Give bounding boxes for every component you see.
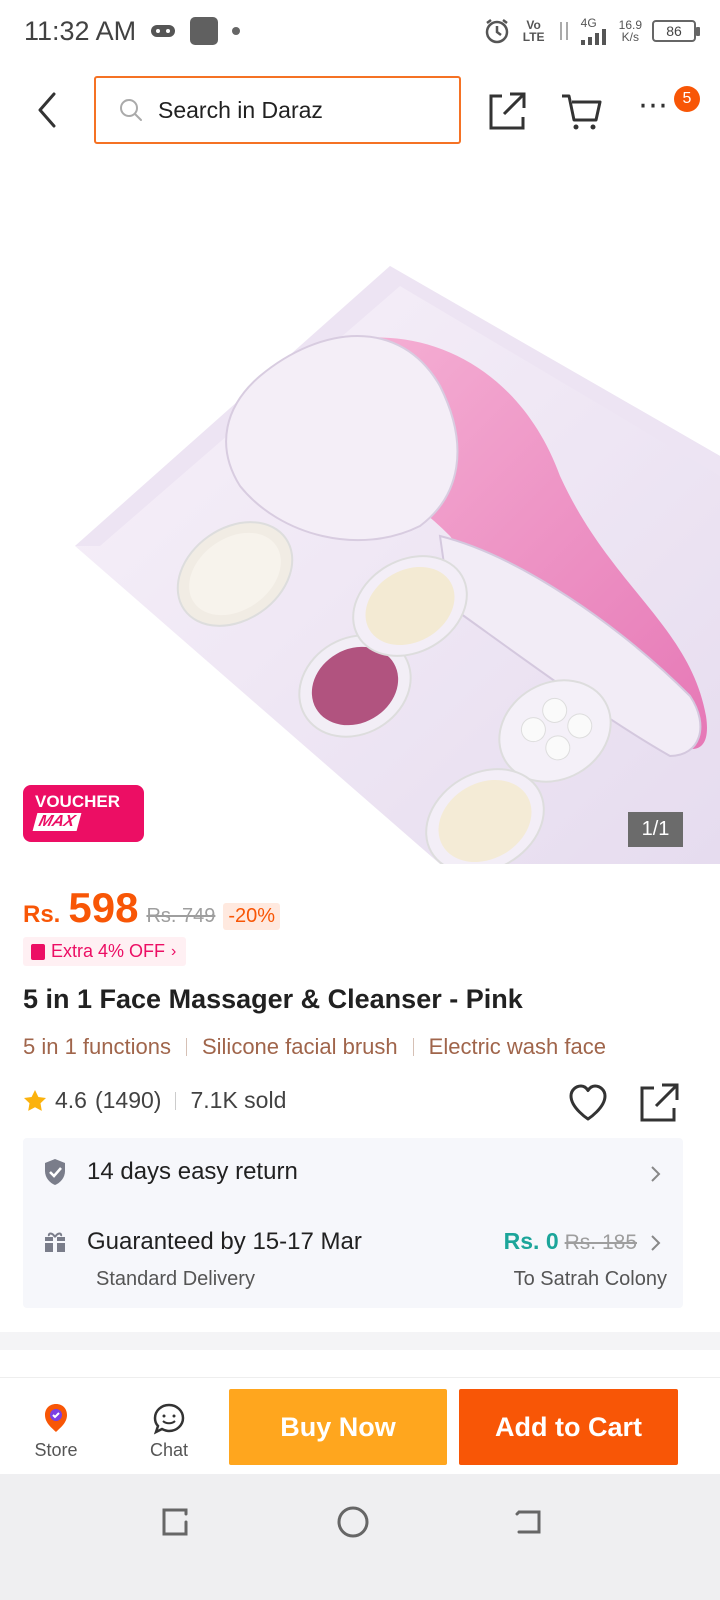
- product-highlights: 5 in 1 functions Silicone facial brush E…: [23, 1034, 606, 1060]
- delivery-row[interactable]: Guaranteed by 15-17 Mar: [43, 1228, 362, 1256]
- extra-off-promo[interactable]: Extra 4% OFF ›: [23, 937, 187, 966]
- search-placeholder: Search in Daraz: [158, 96, 323, 123]
- status-bar: 11:32 AM Vo LTE 4G 16.9 K/s 86: [0, 0, 720, 62]
- battery-level: 86: [666, 23, 682, 39]
- delivery-guarantee-text: Guaranteed by 15-17 Mar: [87, 1228, 362, 1255]
- chat-button[interactable]: Chat: [140, 1402, 198, 1461]
- bottom-action-bar: Store Chat Buy Now Add to Cart: [0, 1377, 720, 1473]
- network-type: 4G: [580, 16, 597, 30]
- status-right: Vo LTE 4G 16.9 K/s 86: [483, 16, 700, 45]
- search-icon: [120, 99, 142, 121]
- delivery-fee: Rs. 0 Rs. 185: [504, 1228, 637, 1255]
- divider: [175, 1091, 177, 1110]
- delivery-type: Standard Delivery: [96, 1268, 255, 1290]
- chat-icon: [153, 1403, 185, 1435]
- alarm-icon: [485, 19, 508, 44]
- return-policy-row[interactable]: 14 days easy return: [43, 1158, 298, 1186]
- product-photo: [75, 266, 720, 864]
- buy-now-button[interactable]: Buy Now: [229, 1389, 447, 1465]
- delivery-location[interactable]: To Satrah Colony: [514, 1268, 667, 1291]
- gift-box-icon: [45, 1232, 65, 1252]
- chevron-right-icon[interactable]: [649, 1164, 663, 1184]
- battery-icon: 86: [652, 20, 700, 42]
- add-to-cart-button[interactable]: Add to Cart: [459, 1389, 678, 1465]
- chevron-right-icon[interactable]: [649, 1233, 663, 1253]
- volte-indicator: Vo LTE: [522, 18, 545, 44]
- discount-badge: -20%: [223, 903, 281, 930]
- chevron-right-icon: ›: [171, 942, 177, 960]
- service-info-box: 14 days easy return Guaranteed by 15-17 …: [23, 1138, 683, 1308]
- price-currency: Rs.: [23, 901, 61, 928]
- return-policy-text: 14 days easy return: [87, 1158, 298, 1185]
- signal-group: 4G: [580, 16, 609, 45]
- store-icon: [45, 1404, 67, 1432]
- highlight-item: 5 in 1 functions: [23, 1034, 171, 1059]
- net-speed: 16.9 K/s: [619, 19, 642, 43]
- product-image[interactable]: [0, 156, 720, 864]
- system-navigation-bar: [0, 1474, 720, 1600]
- search-input[interactable]: Search in Daraz: [94, 76, 461, 144]
- product-price: 598: [68, 884, 139, 931]
- app-notification-icon: [190, 17, 219, 45]
- voucher-tag-icon: [31, 943, 45, 960]
- voucher-max-label: MAX: [32, 813, 81, 831]
- back-arrow-icon[interactable]: [30, 90, 66, 130]
- recent-apps-icon[interactable]: [158, 1504, 194, 1540]
- gamepad-icon: [151, 25, 176, 37]
- cart-icon[interactable]: [560, 90, 602, 132]
- status-time: 11:32 AM: [24, 15, 137, 46]
- data-arrows-icon: [559, 22, 568, 40]
- back-icon[interactable]: [511, 1504, 547, 1540]
- voucher-label: VOUCHER: [35, 792, 121, 811]
- sold-count: 7.1K sold: [190, 1087, 287, 1113]
- net-speed-unit: K/s: [621, 30, 639, 44]
- product-title: 5 in 1 Face Massager & Cleanser - Pink: [23, 984, 523, 1014]
- store-label: Store: [34, 1440, 78, 1460]
- chat-label: Chat: [149, 1440, 189, 1460]
- store-button[interactable]: Store: [28, 1402, 84, 1461]
- notification-badge: 5: [674, 86, 700, 112]
- delivery-fee-value: Rs. 0: [503, 1228, 559, 1254]
- highlight-item: Electric wash face: [428, 1034, 606, 1059]
- price-row: Rs. 598 Rs. 749 -20%: [23, 884, 281, 932]
- notification-dot-icon: [232, 27, 241, 35]
- delivery-fee-original: Rs. 185: [564, 1231, 637, 1254]
- section-divider: [0, 1332, 720, 1350]
- share-icon[interactable]: [486, 90, 528, 132]
- voucher-max-badge: VOUCHER MAX: [23, 785, 144, 842]
- rating-value: 4.6: [55, 1087, 87, 1113]
- shield-check-icon: [45, 1159, 65, 1185]
- signal-icon: [580, 29, 606, 45]
- original-price: Rs. 749: [146, 905, 216, 927]
- share-icon[interactable]: [638, 1082, 680, 1124]
- heart-icon[interactable]: [568, 1084, 608, 1122]
- status-left: 11:32 AM: [24, 15, 241, 47]
- review-count: (1490): [94, 1087, 162, 1113]
- image-counter: 1/1: [628, 812, 683, 847]
- extra-off-label: Extra 4% OFF: [51, 941, 166, 961]
- divider: [412, 1038, 414, 1056]
- highlight-item: Silicone facial brush: [201, 1034, 398, 1059]
- divider: [185, 1038, 187, 1056]
- home-icon[interactable]: [335, 1504, 371, 1540]
- top-header: Search in Daraz ⋯ 5: [0, 76, 720, 144]
- star-icon: [24, 1089, 46, 1111]
- product-page: 11:32 AM Vo LTE 4G 16.9 K/s 86 Search in…: [0, 0, 720, 1600]
